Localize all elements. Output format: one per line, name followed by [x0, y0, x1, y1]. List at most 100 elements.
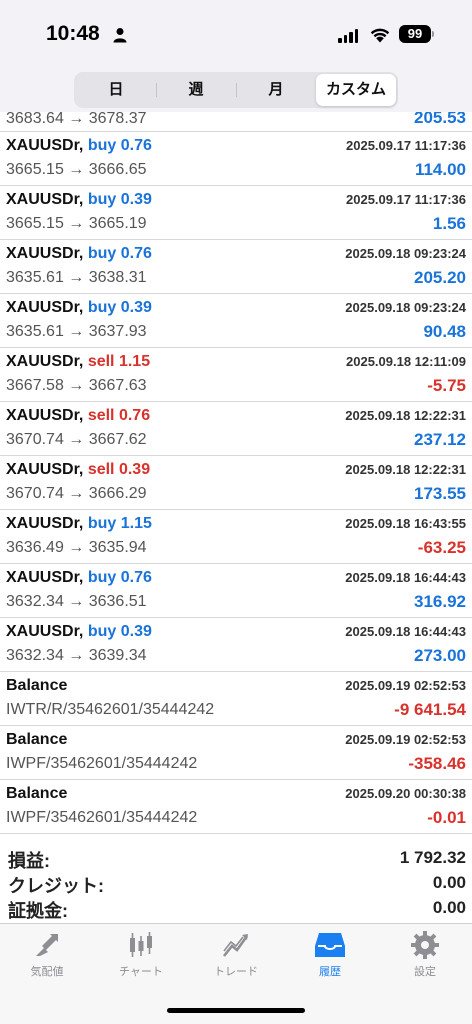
period-segmented-control: 日 週 月 カスタム	[74, 72, 398, 108]
summary-profit-value: 1 792.32	[399, 848, 466, 867]
battery-indicator: 99	[399, 25, 431, 43]
list-item[interactable]: XAUUSDr, buy 0.39 3632.34 → 3639.34 2025.0…	[0, 618, 472, 672]
list-item[interactable]: XAUUSDr, buy 0.76 3632.34 → 3636.51 2025.0…	[0, 564, 472, 618]
deal-title: XAUUSDr, buy 0.39	[6, 623, 152, 641]
deal-prices: 3665.15 → 3666.65	[6, 161, 147, 178]
deal-type: sell	[87, 353, 115, 370]
signal-icon	[338, 28, 358, 43]
deal-date: 2025.09.20 00:30:38	[345, 786, 466, 801]
deal-profit: 205.53	[414, 112, 466, 127]
deal-prices: 3670.74 → 3667.62	[6, 431, 147, 448]
deal-profit: 114.00	[414, 160, 466, 179]
tab-chart-label: チャート	[119, 966, 163, 978]
list-item[interactable]: XAUUSDr, buy 0.76 3665.15 → 3666.65 2025.0…	[0, 132, 472, 186]
deal-volume: 1.15	[120, 515, 152, 532]
deal-profit: 90.48	[423, 322, 466, 341]
period-tab-day[interactable]: 日	[76, 74, 156, 106]
list-item[interactable]: XAUUSDr, sell 0.76 3670.74 → 3667.62 2025.…	[0, 402, 472, 456]
chart-icon	[130, 932, 152, 957]
deal-title: XAUUSDr, sell 0.39	[6, 461, 150, 479]
deal-type: buy	[87, 569, 117, 586]
deal-symbol: Balance	[6, 677, 68, 694]
deal-type: sell	[87, 461, 115, 478]
deal-symbol: XAUUSDr,	[6, 407, 84, 424]
deal-title: XAUUSDr, buy 1.15	[6, 515, 152, 533]
deal-symbol: XAUUSDr,	[6, 245, 84, 262]
deal-symbol: Balance	[6, 785, 68, 802]
deal-type: buy	[87, 515, 117, 532]
deal-date: 2025.09.19 02:52:53	[345, 732, 466, 747]
deal-symbol: XAUUSDr,	[6, 515, 84, 532]
tab-settings[interactable]: 設定	[378, 930, 472, 990]
deal-title: XAUUSDr, buy 0.76	[6, 569, 152, 587]
list-item[interactable]: XAUUSDr, sell 1.15 3667.58 → 3667.63 2025.…	[0, 348, 472, 402]
deal-title: Balance	[6, 785, 67, 803]
quotes-icon	[36, 934, 58, 956]
deal-profit: 173.55	[414, 484, 466, 503]
tab-history[interactable]: 履歴	[283, 930, 377, 990]
deal-type: buy	[87, 137, 117, 154]
deal-symbol: XAUUSDr,	[6, 569, 84, 586]
summary-credit-row: クレジット: 0.00	[0, 872, 472, 898]
deal-title: XAUUSDr, buy 0.76	[6, 137, 152, 155]
deal-title: XAUUSDr, sell 1.15	[6, 353, 150, 371]
deal-date: 2025.09.18 16:44:43	[345, 624, 466, 639]
deal-prices: 3632.34 → 3639.34	[6, 647, 147, 664]
deal-date: 2025.09.18 09:23:24	[345, 300, 466, 315]
list-item[interactable]: XAUUSDr, buy 0.39 3665.15 → 3665.19 2025.0…	[0, 186, 472, 240]
deal-date: 2025.09.18 12:22:31	[345, 408, 466, 423]
deal-prices: 3635.61 → 3637.93	[6, 323, 147, 340]
deal-title: XAUUSDr, buy 0.39	[6, 299, 152, 317]
deal-prices: 3683.64 → 3678.37	[6, 112, 147, 127]
deal-volume: 0.76	[118, 407, 151, 424]
deal-type: buy	[87, 299, 117, 316]
deal-prices: 3632.34 → 3636.51	[6, 593, 147, 610]
tab-chart[interactable]: チャート	[94, 930, 188, 990]
history-icon	[315, 933, 345, 957]
settings-icon	[411, 931, 439, 959]
deal-date: 2025.09.17 11:17:36	[346, 192, 466, 207]
deal-prices: IWPF/35462601/35444242	[6, 809, 198, 826]
deal-profit: 273.00	[414, 646, 466, 665]
period-tab-custom[interactable]: カスタム	[316, 74, 396, 106]
deal-symbol: XAUUSDr,	[6, 299, 84, 316]
deal-date: 2025.09.18 16:43:55	[345, 516, 466, 531]
status-bar: 10:48 99	[0, 0, 472, 64]
deal-prices: 3636.49 → 3635.94	[6, 539, 147, 556]
tab-history-label: 履歴	[319, 966, 341, 978]
deal-volume: 0.76	[120, 245, 152, 262]
deal-title: XAUUSDr, buy 0.39	[6, 191, 152, 209]
tab-quotes[interactable]: 気配値	[0, 930, 94, 990]
deal-profit: 205.20	[414, 268, 466, 287]
list-item-partial[interactable]: 3683.64 → 3678.37 205.53	[0, 112, 472, 132]
deal-prices: 3667.58 → 3667.63	[6, 377, 147, 394]
home-indicator	[167, 1008, 305, 1013]
period-tab-week[interactable]: 週	[156, 74, 236, 106]
deal-volume: 1.15	[118, 353, 151, 370]
list-item[interactable]: Balance IWTR/R/35462601/35444242 2025.09.1…	[0, 672, 472, 726]
tab-trade[interactable]: トレード	[189, 930, 283, 990]
deal-prices: IWTR/R/35462601/35444242	[6, 701, 215, 718]
list-item[interactable]: Balance IWPF/35462601/35444242 2025.09.20 …	[0, 780, 472, 834]
summary-profit-label: 損益:	[8, 851, 50, 871]
trade-icon	[222, 934, 249, 957]
deal-profit: -358.46	[408, 754, 466, 773]
person-icon	[113, 28, 127, 43]
deal-volume: 0.39	[120, 299, 152, 316]
history-list[interactable]: 3683.64 → 3678.37 205.53 XAUUSDr, buy 0.…	[0, 112, 472, 843]
list-item[interactable]: XAUUSDr, sell 0.39 3670.74 → 3666.29 2025.…	[0, 456, 472, 510]
summary-profit-row: 損益: 1 792.32	[0, 847, 472, 873]
deal-prices: IWPF/35462601/35444242	[6, 755, 198, 772]
list-item[interactable]: Balance IWPF/35462601/35444242 2025.09.19 …	[0, 726, 472, 780]
period-tab-month[interactable]: 月	[236, 74, 316, 106]
deal-prices: 3665.15 → 3665.19	[6, 215, 147, 232]
deal-title: Balance	[6, 731, 67, 749]
deal-symbol: XAUUSDr,	[6, 137, 84, 154]
list-item[interactable]: XAUUSDr, buy 1.15 3636.49 → 3635.94 2025.0…	[0, 510, 472, 564]
deal-volume: 0.39	[120, 623, 152, 640]
deal-symbol: XAUUSDr,	[6, 353, 84, 370]
summary-margin-row: 証拠金: 0.00	[0, 897, 472, 923]
list-item[interactable]: XAUUSDr, buy 0.76 3635.61 → 3638.31 2025.0…	[0, 240, 472, 294]
list-item[interactable]: XAUUSDr, buy 0.39 3635.61 → 3637.93 2025.0…	[0, 294, 472, 348]
deal-profit: -0.01	[427, 808, 466, 827]
